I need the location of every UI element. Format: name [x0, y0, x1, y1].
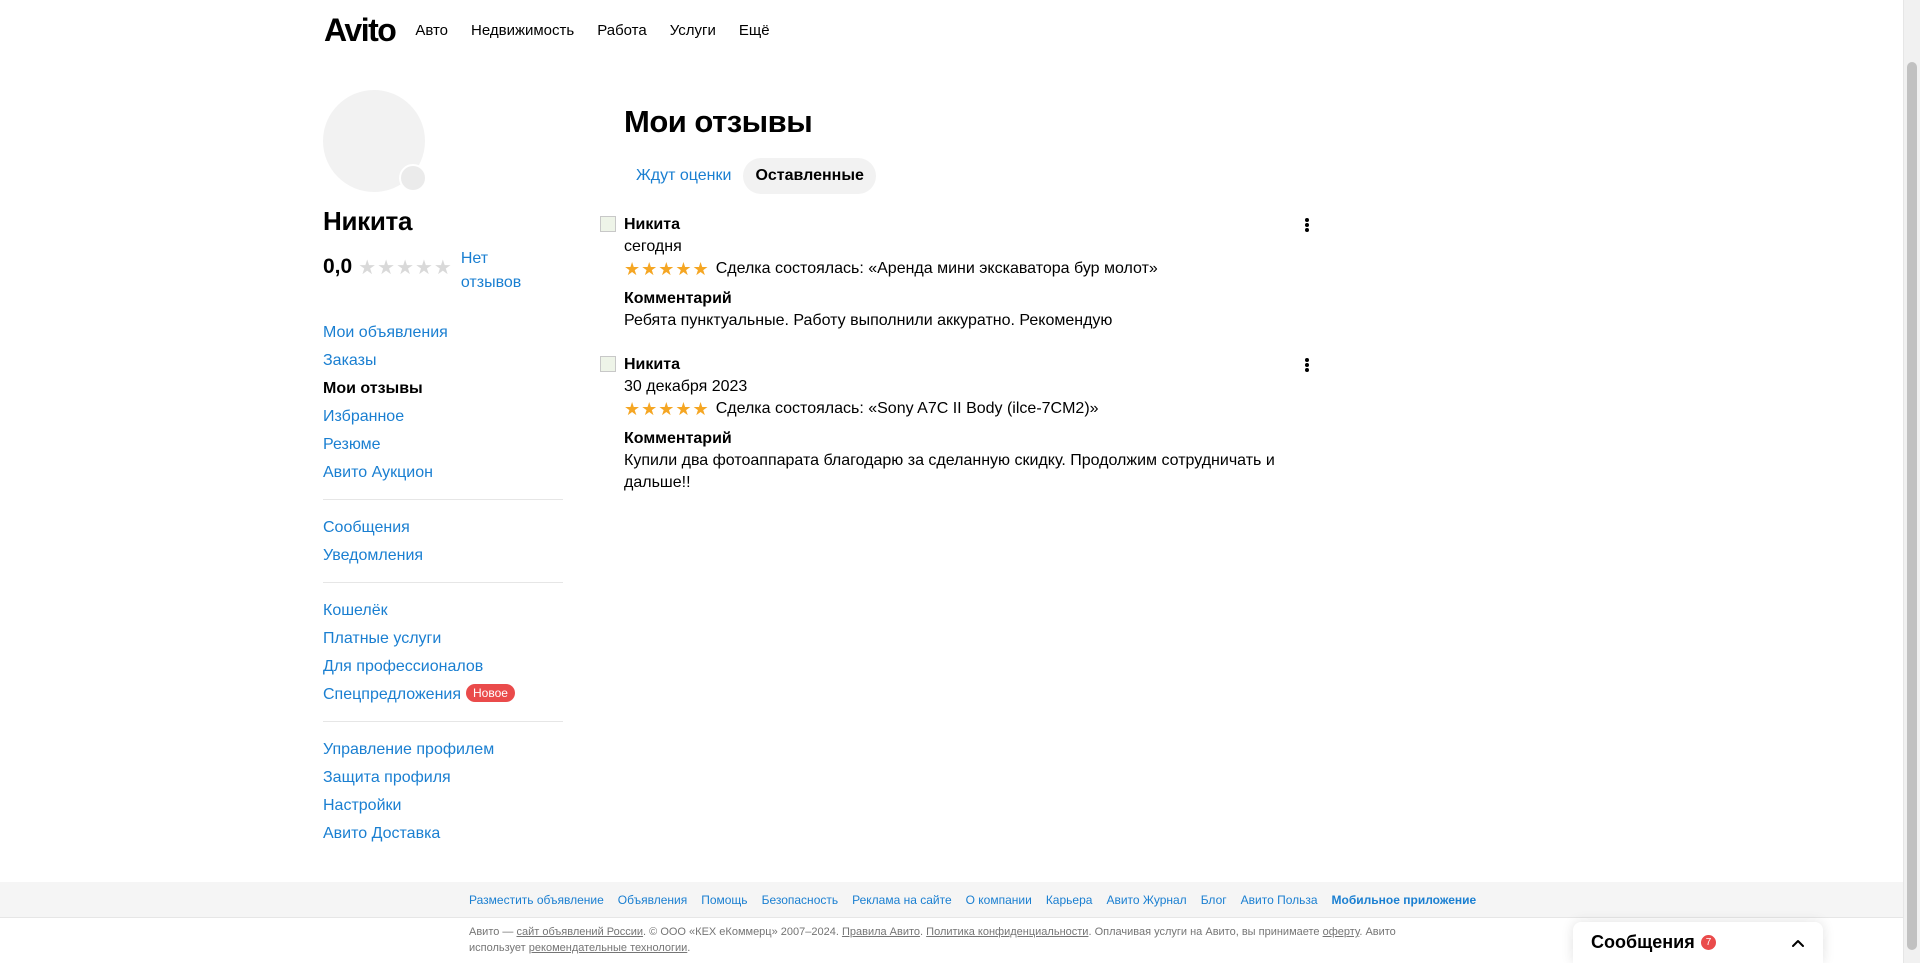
review-deal-text: Сделка состоялась: «Sony A7C II Body (il… [715, 400, 1099, 417]
reviews-main: Мои отзывы Ждут оценки Оставленные Никит… [600, 104, 1320, 494]
messages-widget-title: Сообщения [1591, 932, 1695, 952]
messages-count-badge: 7 [1700, 935, 1717, 950]
footer-link-journal[interactable]: Авито Журнал [1106, 893, 1186, 907]
sidebar-item-notifications[interactable]: Уведомления [323, 542, 563, 570]
more-options-icon[interactable] [1304, 356, 1310, 374]
footer-link-site[interactable]: сайт объявлений России [516, 926, 643, 938]
review-author[interactable]: Никита [624, 354, 1320, 376]
review-date: 30 декабря 2023 [624, 378, 748, 395]
review-stars-icon: ★★★★★ [624, 259, 710, 279]
avatar[interactable] [323, 90, 427, 192]
no-reviews-link[interactable]: Нет отзывов [461, 247, 531, 295]
sidebar-group-finance: Кошелёк Платные услуги Для профессионало… [323, 583, 563, 722]
footer-link-privacy[interactable]: Политика конфиденциальности [926, 926, 1088, 938]
sidebar-item-for-pros[interactable]: Для профессионалов [323, 653, 563, 681]
nav-item-auto[interactable]: Авто [415, 22, 448, 39]
scrollbar-thumb[interactable] [1907, 62, 1917, 950]
rating-row: 0,0 ★★★★★ Нет отзывов [323, 247, 563, 295]
page-scrollbar[interactable] [1903, 0, 1920, 963]
new-badge: Новое [466, 684, 515, 702]
footer-link-recommendations[interactable]: рекомендательные технологии [529, 942, 688, 954]
sidebar-item-my-reviews[interactable]: Мои отзывы [323, 375, 563, 403]
sidebar-group-messages: Сообщения Уведомления [323, 500, 563, 583]
footer-links-bar: Разместить объявление Объявления Помощь … [0, 882, 1903, 918]
sidebar-item-paid-services[interactable]: Платные услуги [323, 625, 563, 653]
copyright-text: . Оплачивая услуги на Авито, вы принимае… [1088, 926, 1323, 938]
review-deal-text: Сделка состоялась: «Аренда мини экскават… [715, 260, 1158, 277]
rating-stars-icon: ★★★★★ [358, 257, 453, 279]
footer-link-security[interactable]: Безопасность [762, 893, 839, 907]
page-title: Мои отзывы [624, 104, 813, 139]
sidebar-group-main: Мои объявления Заказы Мои отзывы Избранн… [323, 295, 563, 500]
review-author-avatar[interactable] [600, 216, 616, 232]
review-item: Никита 30 декабря 2023 ★★★★★ Сделка сост… [600, 354, 1320, 494]
messages-widget[interactable]: Сообщения 7 [1573, 922, 1823, 963]
sidebar-item-profile-protection[interactable]: Защита профиля [323, 764, 563, 792]
sidebar-item-wallet[interactable]: Кошелёк [323, 597, 563, 625]
chevron-up-icon[interactable] [1791, 936, 1805, 950]
sidebar-item-orders[interactable]: Заказы [323, 347, 563, 375]
review-stars-icon: ★★★★★ [624, 399, 710, 419]
comment-label: Комментарий [624, 430, 732, 447]
avatar-status-dot [399, 164, 427, 192]
review-author-avatar[interactable] [600, 356, 616, 372]
top-header: Avito Авто Недвижимость Работа Услуги Ещ… [324, 8, 793, 52]
footer-link-benefit[interactable]: Авито Польза [1241, 893, 1318, 907]
review-body: Никита сегодня ★★★★★ Сделка состоялась: … [624, 214, 1320, 332]
review-deal: ★★★★★ Сделка состоялась: «Sony A7C II Bo… [624, 398, 1320, 420]
footer-link-ads[interactable]: Объявления [618, 893, 687, 907]
copyright-text: . [687, 942, 691, 954]
sidebar-item-messages[interactable]: Сообщения [323, 514, 563, 542]
footer-link-post-ad[interactable]: Разместить объявление [469, 893, 604, 907]
avito-logo[interactable]: Avito [324, 12, 397, 49]
review-date: сегодня [624, 238, 682, 255]
copyright-text: . © ООО «КЕХ еКоммерц» 2007–2024. [643, 926, 842, 938]
sidebar-item-label: Спецпредложения [323, 686, 461, 703]
nav-item-services[interactable]: Услуги [670, 22, 716, 39]
sidebar-item-special-offers[interactable]: Спецпредложения Новое [323, 681, 563, 709]
nav-item-jobs[interactable]: Работа [597, 22, 647, 39]
sidebar-item-auction[interactable]: Авито Аукцион [323, 459, 563, 487]
tab-awaiting-rating[interactable]: Ждут оценки [624, 158, 743, 194]
comment-label: Комментарий [624, 290, 732, 307]
nav-item-realty[interactable]: Недвижимость [471, 22, 574, 39]
footer-link-mobile-app[interactable]: Мобильное приложение [1332, 893, 1477, 907]
sidebar-item-my-ads[interactable]: Мои объявления [323, 319, 563, 347]
footer-link-help[interactable]: Помощь [701, 893, 747, 907]
review-item: Никита сегодня ★★★★★ Сделка состоялась: … [600, 214, 1320, 332]
profile-name: Никита [323, 206, 413, 236]
footer-link-careers[interactable]: Карьера [1046, 893, 1093, 907]
footer-copyright: Авито — сайт объявлений России. © ООО «К… [469, 924, 1429, 956]
nav-item-more[interactable]: Ещё [739, 22, 770, 39]
footer-link-blog[interactable]: Блог [1201, 893, 1227, 907]
tab-left-reviews[interactable]: Оставленные [743, 158, 876, 194]
more-options-icon[interactable] [1304, 216, 1310, 234]
copyright-text: Авито — [469, 926, 517, 938]
sidebar-item-favorites[interactable]: Избранное [323, 403, 563, 431]
sidebar-item-profile-management[interactable]: Управление профилем [323, 736, 563, 764]
footer-link-advertising[interactable]: Реклама на сайте [852, 893, 952, 907]
sidebar-item-resume[interactable]: Резюме [323, 431, 563, 459]
footer-link-about[interactable]: О компании [966, 893, 1032, 907]
sidebar-item-delivery[interactable]: Авито Доставка [323, 820, 563, 848]
review-deal: ★★★★★ Сделка состоялась: «Аренда мини эк… [624, 258, 1320, 280]
reviews-tabs: Ждут оценки Оставленные [624, 158, 1320, 194]
sidebar-group-settings: Управление профилем Защита профиля Настр… [323, 722, 563, 860]
review-author[interactable]: Никита [624, 214, 1320, 236]
footer-link-rules[interactable]: Правила Авито [842, 926, 920, 938]
rating-value: 0,0 [323, 255, 353, 278]
comment-text: Купили два фотоаппарата благодарю за сде… [624, 452, 1275, 491]
footer-link-offer[interactable]: оферту [1323, 926, 1360, 938]
sidebar-item-settings[interactable]: Настройки [323, 792, 563, 820]
profile-sidebar: Никита 0,0 ★★★★★ Нет отзывов Мои объявле… [323, 90, 563, 860]
comment-text: Ребята пунктуальные. Работу выполнили ак… [624, 312, 1113, 329]
review-body: Никита 30 декабря 2023 ★★★★★ Сделка сост… [624, 354, 1320, 494]
